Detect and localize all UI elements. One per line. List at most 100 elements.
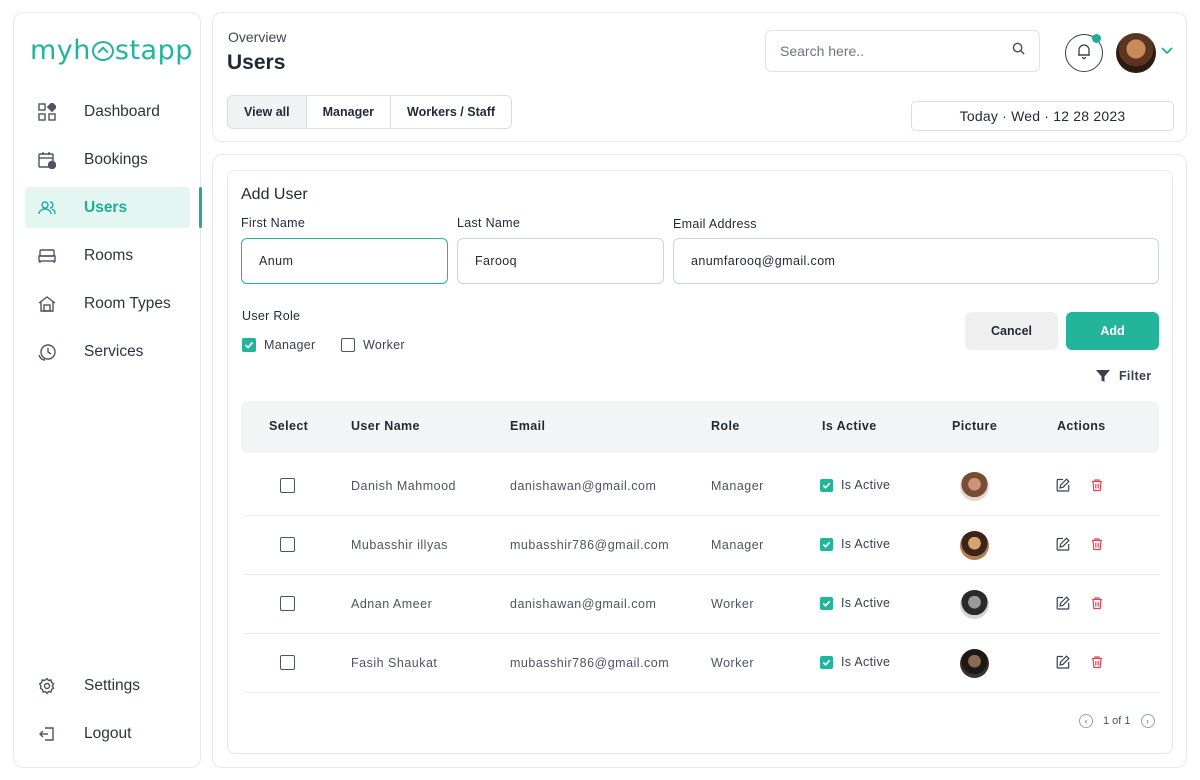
service-clock-icon [37, 342, 57, 362]
sidebar-item-label: Room Types [84, 294, 171, 312]
first-name-input[interactable] [259, 254, 447, 268]
row-select-checkbox[interactable] [280, 537, 295, 552]
trash-icon[interactable] [1090, 655, 1104, 669]
filter-button[interactable]: Filter [1096, 369, 1151, 383]
filter-icon [1096, 369, 1110, 383]
user-avatar[interactable] [1116, 33, 1156, 73]
cancel-button[interactable]: Cancel [965, 312, 1058, 350]
tab-workers-staff[interactable]: Workers / Staff [391, 96, 512, 128]
column-header-email: Email [510, 419, 546, 433]
chevron-down-icon[interactable] [1160, 43, 1174, 57]
search-icon[interactable] [1012, 42, 1025, 60]
role-manager-label: Manager [264, 338, 316, 352]
sidebar-item-logout[interactable]: Logout [25, 713, 201, 754]
row-active-checkbox[interactable]: Is Active [820, 478, 890, 492]
edit-icon[interactable] [1056, 596, 1070, 610]
row-actions [1056, 655, 1104, 669]
row-actions [1056, 537, 1104, 551]
sidebar-item-dashboard[interactable]: Dashboard [25, 91, 201, 132]
sidebar-item-bookings[interactable]: Bookings [25, 139, 201, 180]
trash-icon[interactable] [1090, 478, 1104, 492]
pagination: ‹ 1 of 1 › [1079, 714, 1155, 728]
edit-icon[interactable] [1056, 655, 1070, 669]
tab-view-all[interactable]: View all [228, 96, 307, 128]
first-name-field[interactable] [241, 238, 448, 284]
avatar [960, 531, 989, 560]
page-indicator: 1 of 1 [1103, 715, 1131, 727]
checkbox-checked-icon [820, 655, 833, 669]
sidebar-item-settings[interactable]: Settings [25, 665, 201, 706]
table-row: Fasih Shaukat mubasshir786@gmail.com Wor… [245, 634, 1159, 693]
search-input[interactable] [780, 43, 1012, 59]
sidebar-bottom-nav: Settings Logout [25, 665, 201, 761]
row-role: Manager [711, 479, 764, 493]
row-user-name: Adnan Ameer [351, 597, 433, 611]
column-header-select: Select [269, 419, 309, 433]
add-button[interactable]: Add [1066, 312, 1159, 350]
home-logo-icon [91, 41, 114, 61]
notification-button[interactable] [1065, 34, 1103, 72]
calendar-icon [37, 150, 57, 170]
row-select-checkbox[interactable] [280, 655, 295, 670]
row-actions [1056, 596, 1104, 610]
filter-label: Filter [1119, 369, 1152, 383]
avatar [960, 649, 989, 678]
breadcrumb[interactable]: Overview [228, 29, 286, 45]
email-input[interactable] [691, 254, 1158, 268]
row-active-checkbox[interactable]: Is Active [820, 596, 890, 610]
checkbox-checked-icon [820, 478, 833, 492]
email-field[interactable] [673, 238, 1159, 284]
column-header-user-name: User Name [351, 419, 420, 433]
row-active-checkbox[interactable]: Is Active [820, 655, 890, 669]
dashboard-icon [37, 102, 57, 122]
last-name-input[interactable] [475, 254, 663, 268]
sidebar-item-label: Rooms [84, 246, 134, 264]
row-select-checkbox[interactable] [280, 478, 295, 493]
email-label: Email Address [673, 217, 757, 231]
column-header-role: Role [711, 419, 740, 433]
sidebar-item-users[interactable]: Users [25, 187, 202, 228]
sidebar-item-label: Settings [84, 676, 141, 694]
trash-icon[interactable] [1090, 537, 1104, 551]
role-manager-checkbox[interactable]: Manager [242, 338, 315, 352]
table-row: Adnan Ameer danishawan@gmail.com Worker … [245, 575, 1159, 634]
table-row: Mubasshir illyas mubasshir786@gmail.com … [245, 516, 1159, 575]
sidebar-item-label: Services [84, 342, 144, 360]
row-email: danishawan@gmail.com [510, 479, 657, 493]
sidebar-item-label: Dashboard [84, 102, 160, 120]
edit-icon[interactable] [1056, 537, 1070, 551]
previous-page-button[interactable]: ‹ [1079, 714, 1093, 728]
row-active-label: Is Active [841, 655, 891, 669]
row-role: Worker [711, 597, 755, 611]
search-box[interactable] [765, 30, 1040, 72]
role-worker-checkbox[interactable]: Worker [341, 338, 405, 352]
main-panel: Add User First Name Last Name Email Addr… [212, 154, 1187, 768]
row-active-checkbox[interactable]: Is Active [820, 537, 890, 551]
sidebar-item-services[interactable]: Services [25, 331, 201, 372]
user-role-label: User Role [242, 309, 301, 323]
last-name-field[interactable] [457, 238, 664, 284]
checkbox-unchecked-icon [341, 338, 355, 352]
next-page-button[interactable]: › [1140, 714, 1155, 728]
add-user-card: Add User First Name Last Name Email Addr… [227, 170, 1173, 754]
sidebar: myhstapp Dashboard Bookings Users Rooms [13, 12, 202, 768]
last-name-label: Last Name [457, 216, 521, 230]
sidebar-item-room-types[interactable]: Room Types [25, 283, 201, 324]
edit-icon[interactable] [1056, 478, 1070, 492]
table-header: Select User Name Email Role Is Active Pi… [241, 401, 1159, 453]
gear-icon [37, 676, 57, 696]
app-logo[interactable]: myh stapp [30, 35, 193, 66]
tab-manager[interactable]: Manager [306, 96, 392, 128]
row-select-checkbox[interactable] [280, 596, 295, 611]
trash-icon[interactable] [1090, 596, 1104, 610]
home-icon [37, 294, 57, 314]
sidebar-item-rooms[interactable]: Rooms [25, 235, 201, 276]
row-email: mubasshir786@gmail.com [510, 538, 670, 552]
row-role: Worker [711, 656, 755, 670]
avatar [960, 472, 989, 501]
checkbox-checked-icon [820, 537, 833, 551]
sidebar-item-label: Logout [84, 724, 132, 742]
date-display[interactable]: Today · Wed · 12 28 2023 [911, 101, 1174, 131]
column-header-is-active: Is Active [822, 419, 877, 433]
row-active-label: Is Active [841, 596, 891, 610]
